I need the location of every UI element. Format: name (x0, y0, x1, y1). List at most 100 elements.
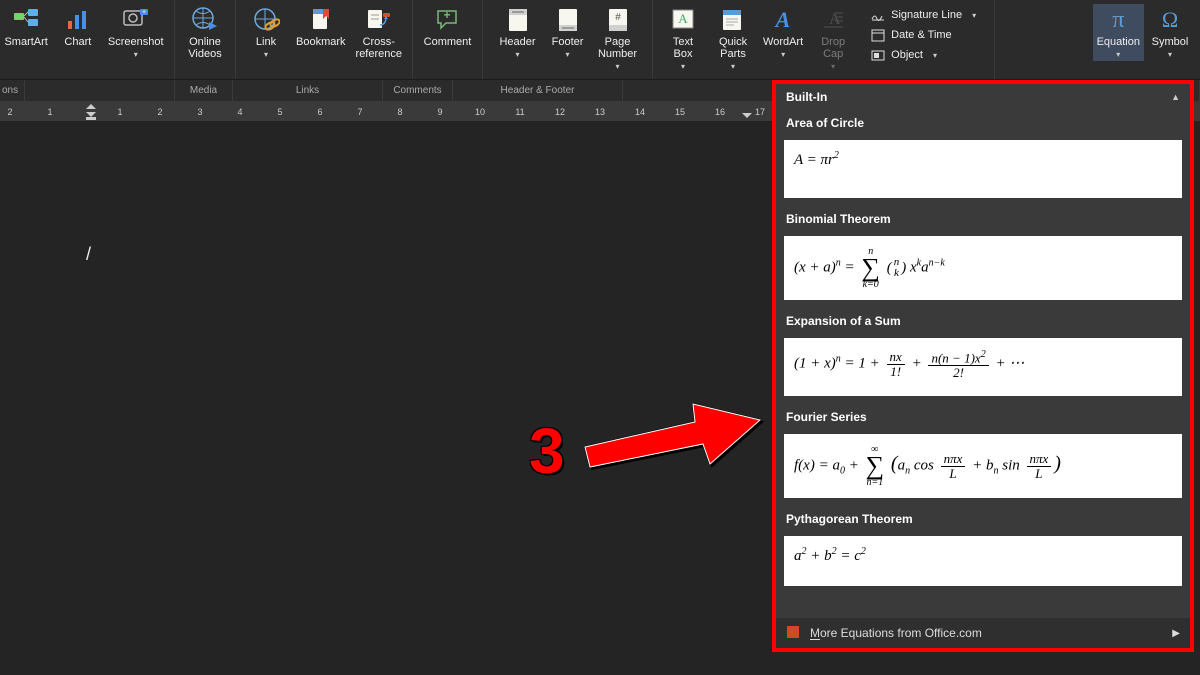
group-label-media: Media (175, 80, 233, 101)
equation-icon: π (1104, 6, 1132, 34)
online-videos-button[interactable]: Online Videos (181, 4, 229, 62)
equation-gallery-title: Built-In (786, 90, 827, 104)
chevron-down-icon: ▾ (731, 62, 735, 71)
group-label-headerfooter: Header & Footer (453, 80, 623, 101)
header-label: Header (499, 36, 535, 48)
crossref-icon (365, 6, 393, 34)
smartart-button[interactable]: SmartArt (0, 4, 51, 50)
comment-label: Comment (424, 36, 472, 48)
ruler-right-indent-marker[interactable] (742, 110, 754, 120)
symbol-button[interactable]: Ω Symbol ▾ (1146, 4, 1194, 61)
page-number-button[interactable]: # Page Number ▾ (594, 4, 642, 73)
equation-item-binomial[interactable]: (x + a)n = n∑k=0 (nk) xkan−k (784, 236, 1182, 300)
bookmark-icon (307, 6, 335, 34)
chevron-down-icon: ▾ (566, 50, 570, 59)
chart-label: Chart (64, 36, 91, 48)
chevron-down-icon: ▾ (1116, 50, 1120, 59)
svg-text:+: + (142, 9, 146, 16)
equation-item-pythagorean[interactable]: a2 + b2 = c2 (784, 536, 1182, 586)
group-links: Link ▾ Bookmark Cross- reference (236, 0, 413, 79)
signature-icon (871, 8, 885, 22)
chevron-right-icon: ▶ (1172, 628, 1180, 639)
link-icon (252, 6, 280, 34)
ruler-indent-marker[interactable] (86, 104, 100, 120)
bookmark-button[interactable]: Bookmark (292, 4, 350, 50)
equation-gallery-panel: Built-In ▲ Area of Circle A = πr2 Binomi… (776, 84, 1190, 648)
comment-icon: + (434, 6, 462, 34)
group-comments: + Comment (413, 0, 483, 79)
symbol-icon: Ω (1156, 6, 1184, 34)
header-icon (504, 6, 532, 34)
chevron-down-icon: ▾ (831, 62, 835, 71)
wordart-label: WordArt (763, 36, 803, 48)
equation-item-expansion[interactable]: (1 + x)n = 1 + nx1! + n(n − 1)x22! + ⋯ (784, 338, 1182, 396)
wordart-icon: A (769, 6, 797, 34)
pagenum-label: Page Number (598, 36, 637, 60)
equation-item-title: Area of Circle (776, 110, 1190, 136)
object-icon (871, 48, 885, 62)
cross-reference-button[interactable]: Cross- reference (352, 4, 406, 62)
svg-text:A: A (678, 11, 688, 26)
chevron-down-icon: ▾ (681, 62, 685, 71)
object-label: Object (891, 49, 923, 61)
quick-parts-button[interactable]: Quick Parts ▾ (709, 4, 757, 73)
equation-item-title: Fourier Series (776, 404, 1190, 430)
smartart-icon (12, 6, 40, 34)
truncated-group-label: ons (0, 80, 25, 101)
equation-label: Equation (1097, 36, 1140, 48)
svg-text:A: A (829, 11, 841, 28)
equation-item-title: Binomial Theorem (776, 206, 1190, 232)
equation-item-fourier[interactable]: f(x) = a0 + ∞∑n=1 (an cos nπxL + bn sin … (784, 434, 1182, 498)
group-symbols: π Equation ▾ Ω Symbol ▾ (1087, 0, 1200, 79)
bookmark-label: Bookmark (296, 36, 346, 48)
chevron-down-icon: ▾ (264, 50, 268, 59)
callout-arrow (575, 392, 775, 492)
more-equations-link[interactable]: More Equations from Office.com (810, 626, 982, 640)
text-box-button[interactable]: A Text Box ▾ (659, 4, 707, 73)
link-button[interactable]: Link ▾ (242, 4, 290, 61)
online-videos-label: Online Videos (188, 36, 221, 60)
textbox-icon: A (669, 6, 697, 34)
symbol-label: Symbol (1152, 36, 1189, 48)
pagenum-icon: # (604, 6, 632, 34)
signature-label: Signature Line (891, 9, 962, 21)
equation-gallery-footer[interactable]: More Equations from Office.com ▶ (776, 618, 1190, 648)
screenshot-button[interactable]: + Screenshot ▾ (104, 4, 168, 61)
drop-cap-button[interactable]: A Drop Cap ▾ (809, 4, 857, 73)
textbox-label: Text Box (673, 36, 693, 60)
scroll-up-icon[interactable]: ▲ (1171, 92, 1180, 102)
screenshot-icon: + (122, 6, 150, 34)
text-cursor: / (86, 244, 91, 265)
text-mini-group: Signature Line ▾ Date & Time Object ▾ (859, 4, 988, 66)
office-icon (786, 625, 800, 642)
group-label-links: Links (233, 80, 383, 101)
callout-step-number: 3 (529, 414, 565, 488)
globe-video-icon (191, 6, 219, 34)
footer-icon (554, 6, 582, 34)
chevron-down-icon: ▾ (781, 50, 785, 59)
footer-button[interactable]: Footer ▾ (544, 4, 592, 61)
dropcap-icon: A (819, 6, 847, 34)
equation-item-area-circle[interactable]: A = πr2 (784, 140, 1182, 198)
screenshot-label: Screenshot (108, 36, 164, 48)
chart-button[interactable]: Chart (54, 4, 102, 50)
group-illustrations: SmartArt Chart + Screenshot ▾ (0, 0, 175, 79)
svg-text:A: A (774, 7, 791, 32)
chart-icon (64, 6, 92, 34)
date-time[interactable]: Date & Time (867, 26, 980, 44)
smartart-label: SmartArt (4, 36, 47, 48)
group-media: Online Videos (175, 0, 236, 79)
comment-button[interactable]: + Comment (420, 4, 476, 50)
wordart-button[interactable]: A WordArt ▾ (759, 4, 807, 61)
object[interactable]: Object ▾ (867, 46, 980, 64)
equation-button[interactable]: π Equation ▾ (1093, 4, 1144, 61)
header-button[interactable]: Header ▾ (494, 4, 542, 61)
datetime-label: Date & Time (891, 29, 952, 41)
signature-line[interactable]: Signature Line ▾ (867, 6, 980, 24)
link-label: Link (256, 36, 276, 48)
equation-item-title: Pythagorean Theorem (776, 506, 1190, 532)
equation-gallery-header: Built-In ▲ (776, 84, 1190, 110)
footer-label: Footer (552, 36, 584, 48)
equation-item-title: Expansion of a Sum (776, 308, 1190, 334)
ribbon: SmartArt Chart + Screenshot ▾ (0, 0, 1200, 80)
